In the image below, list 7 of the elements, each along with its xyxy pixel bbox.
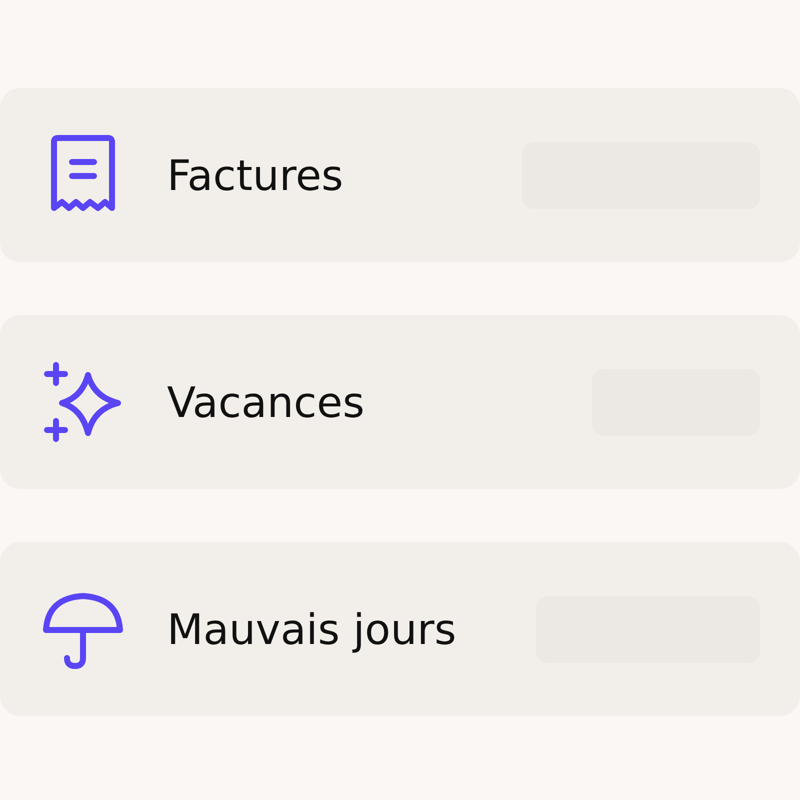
category-label: Factures [167,150,344,202]
category-label: Vacances [167,376,364,428]
category-label: Mauvais jours [167,604,456,656]
category-card[interactable]: Vacances [0,315,800,489]
category-card[interactable]: Factures [0,88,800,262]
sparkle-icon [42,361,124,443]
category-card[interactable]: Mauvais jours [0,542,800,716]
